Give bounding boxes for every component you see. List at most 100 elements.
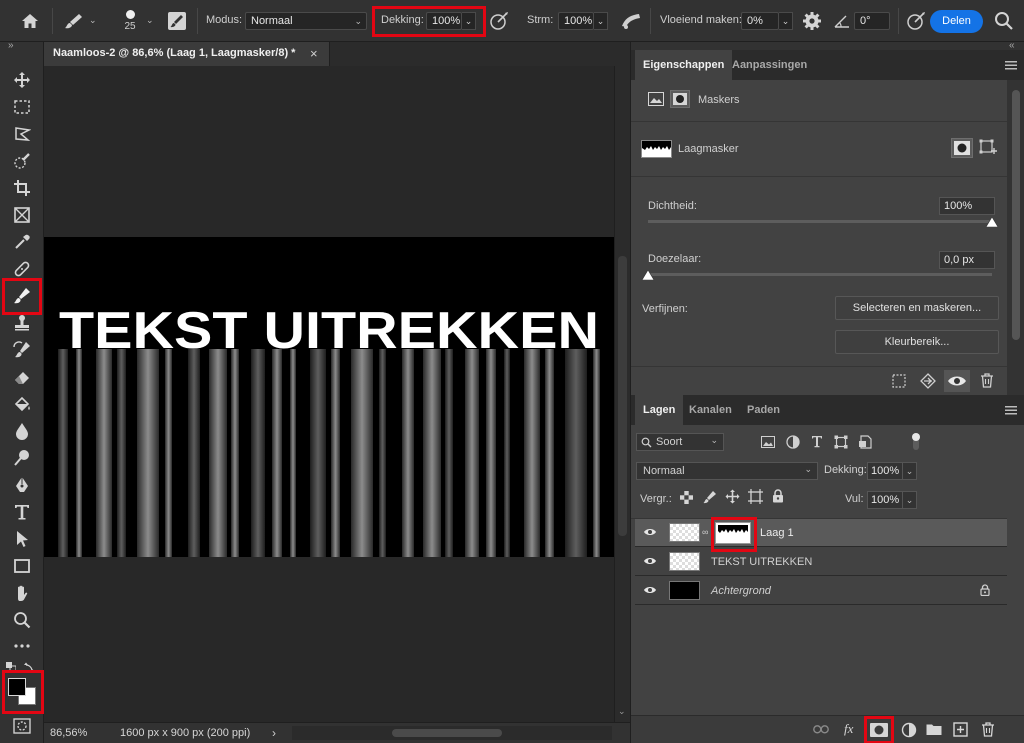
load-selection-icon[interactable]	[892, 374, 906, 388]
gear-icon[interactable]	[802, 11, 822, 31]
layer-filter-dropdown[interactable]: Soort ⌄	[636, 433, 724, 451]
clone-stamp-tool-icon[interactable]	[10, 311, 34, 335]
brush-settings-panel-icon[interactable]	[167, 11, 187, 31]
angle-input[interactable]: 0°	[854, 12, 890, 30]
link-layers-icon[interactable]	[813, 725, 829, 734]
layer-opacity-input[interactable]: 100%	[867, 462, 903, 480]
paint-bucket-tool-icon[interactable]	[10, 392, 34, 416]
marquee-tool-icon[interactable]	[10, 95, 34, 119]
zoom-tool-icon[interactable]	[10, 608, 34, 632]
scroll-thumb[interactable]	[618, 256, 627, 536]
default-colors-icon[interactable]	[6, 662, 16, 672]
lock-all-icon[interactable]	[772, 489, 784, 503]
tab-paths[interactable]: Paden	[739, 395, 788, 425]
eye-icon[interactable]	[643, 584, 657, 596]
hand-tool-icon[interactable]	[10, 581, 34, 605]
swap-colors-icon[interactable]	[24, 661, 36, 673]
lock-transparent-pixels-icon[interactable]	[680, 491, 693, 504]
search-icon[interactable]	[994, 11, 1014, 31]
new-group-folder-icon[interactable]	[926, 723, 942, 736]
layer-mask-thumbnail[interactable]	[715, 522, 751, 544]
brush-tool-preset-icon[interactable]	[64, 12, 84, 30]
status-menu-arrow[interactable]: ›	[272, 726, 276, 740]
opacity-chevron-icon[interactable]: ⌄	[462, 12, 476, 30]
eye-icon[interactable]	[643, 555, 657, 567]
dodge-tool-icon[interactable]	[10, 446, 34, 470]
tab-properties[interactable]: Eigenschappen	[635, 50, 733, 80]
layer-opacity-chevron-icon[interactable]: ⌄	[903, 462, 917, 480]
mode-dropdown[interactable]: Normaal ⌄	[245, 12, 367, 30]
scroll-thumb[interactable]	[1012, 90, 1020, 340]
opacity-input[interactable]: 100%	[426, 12, 462, 30]
eyedropper-tool-icon[interactable]	[10, 230, 34, 254]
type-tool-icon[interactable]	[10, 500, 34, 524]
move-tool-icon[interactable]	[10, 68, 34, 92]
zoom-level[interactable]: 86,56%	[50, 727, 87, 739]
delete-mask-icon[interactable]	[980, 373, 994, 388]
close-icon[interactable]: ×	[310, 46, 318, 61]
link-icon[interactable]: ∞	[702, 527, 708, 537]
layer-row-achtergrond[interactable]: Achtergrond	[635, 577, 1007, 605]
new-layer-icon[interactable]	[953, 722, 968, 737]
lock-artboard-icon[interactable]	[748, 489, 763, 504]
frame-tool-icon[interactable]	[10, 203, 34, 227]
mask-visibility-icon[interactable]	[944, 370, 970, 392]
tab-channels[interactable]: Kanalen	[681, 395, 740, 425]
filter-type-icon[interactable]	[811, 435, 823, 448]
horizontal-scrollbar[interactable]	[292, 726, 612, 740]
filter-shape-icon[interactable]	[834, 435, 848, 449]
history-brush-tool-icon[interactable]	[10, 338, 34, 362]
flow-chevron-icon[interactable]: ⌄	[594, 12, 608, 30]
layer-row-laag-1[interactable]: ∞ Laag 1	[635, 519, 1007, 547]
healing-brush-tool-icon[interactable]	[10, 257, 34, 281]
layers-scrollbar[interactable]	[1007, 425, 1024, 715]
density-input[interactable]: 100%	[939, 197, 995, 215]
home-icon[interactable]	[20, 11, 40, 31]
new-adjustment-layer-icon[interactable]	[901, 722, 917, 738]
smoothing-chevron-icon[interactable]: ⌄	[779, 12, 793, 30]
lock-image-pixels-icon[interactable]	[703, 490, 717, 504]
document-canvas[interactable]: TEKST UITREKKEN	[44, 237, 614, 557]
properties-scrollbar[interactable]	[1007, 80, 1024, 395]
smoothing-input[interactable]: 0%	[741, 12, 779, 30]
layer-row-tekst-uitrekken[interactable]: TEKST UITREKKEN	[635, 548, 1007, 576]
eraser-tool-icon[interactable]	[10, 365, 34, 389]
pen-tool-icon[interactable]	[10, 473, 34, 497]
pressure-opacity-icon[interactable]	[489, 11, 509, 31]
filter-smart-object-icon[interactable]	[858, 435, 872, 449]
vertical-scrollbar[interactable]: ⌄	[614, 66, 630, 722]
flow-input[interactable]: 100%	[558, 12, 594, 30]
pixel-mask-button[interactable]	[951, 138, 973, 158]
add-layer-mask-button[interactable]	[869, 721, 889, 739]
quick-selection-tool-icon[interactable]	[10, 149, 34, 173]
fill-chevron-icon[interactable]: ⌄	[903, 491, 917, 509]
select-and-mask-button[interactable]: Selecteren en maskeren...	[835, 296, 999, 320]
path-selection-tool-icon[interactable]	[10, 527, 34, 551]
tab-adjustments[interactable]: Aanpassingen	[724, 50, 815, 80]
eye-icon[interactable]	[643, 526, 657, 538]
lasso-tool-icon[interactable]	[10, 122, 34, 146]
lock-position-icon[interactable]	[725, 489, 740, 504]
foreground-color-swatch[interactable]	[8, 678, 26, 696]
density-slider-handle[interactable]	[986, 217, 998, 227]
panel-menu-icon[interactable]	[1005, 406, 1017, 415]
fill-input[interactable]: 100%	[867, 491, 903, 509]
blend-mode-dropdown[interactable]: Normaal ⌄	[636, 462, 818, 480]
apply-mask-icon[interactable]	[920, 373, 936, 389]
pressure-size-icon[interactable]	[906, 11, 926, 31]
chevron-down-icon[interactable]: ⌄	[146, 15, 154, 26]
filter-toggle-switch[interactable]	[910, 432, 922, 452]
vector-mask-button[interactable]	[979, 138, 997, 158]
airbrush-icon[interactable]	[620, 12, 642, 30]
chevron-down-icon[interactable]: ⌄	[89, 15, 97, 26]
brush-tool-icon[interactable]	[10, 284, 34, 308]
pixel-mask-icon[interactable]	[648, 92, 664, 106]
scroll-down-icon[interactable]: ⌄	[618, 706, 626, 717]
feather-slider-track[interactable]	[648, 273, 992, 276]
more-tools-icon[interactable]	[10, 634, 34, 658]
document-tab[interactable]: Naamloos-2 @ 86,6% (Laag 1, Laagmasker/8…	[44, 42, 330, 66]
crop-tool-icon[interactable]	[10, 176, 34, 200]
delete-layer-icon[interactable]	[981, 722, 995, 737]
color-range-button[interactable]: Kleurbereik...	[835, 330, 999, 354]
horizontal-scroll-thumb[interactable]	[392, 729, 502, 737]
